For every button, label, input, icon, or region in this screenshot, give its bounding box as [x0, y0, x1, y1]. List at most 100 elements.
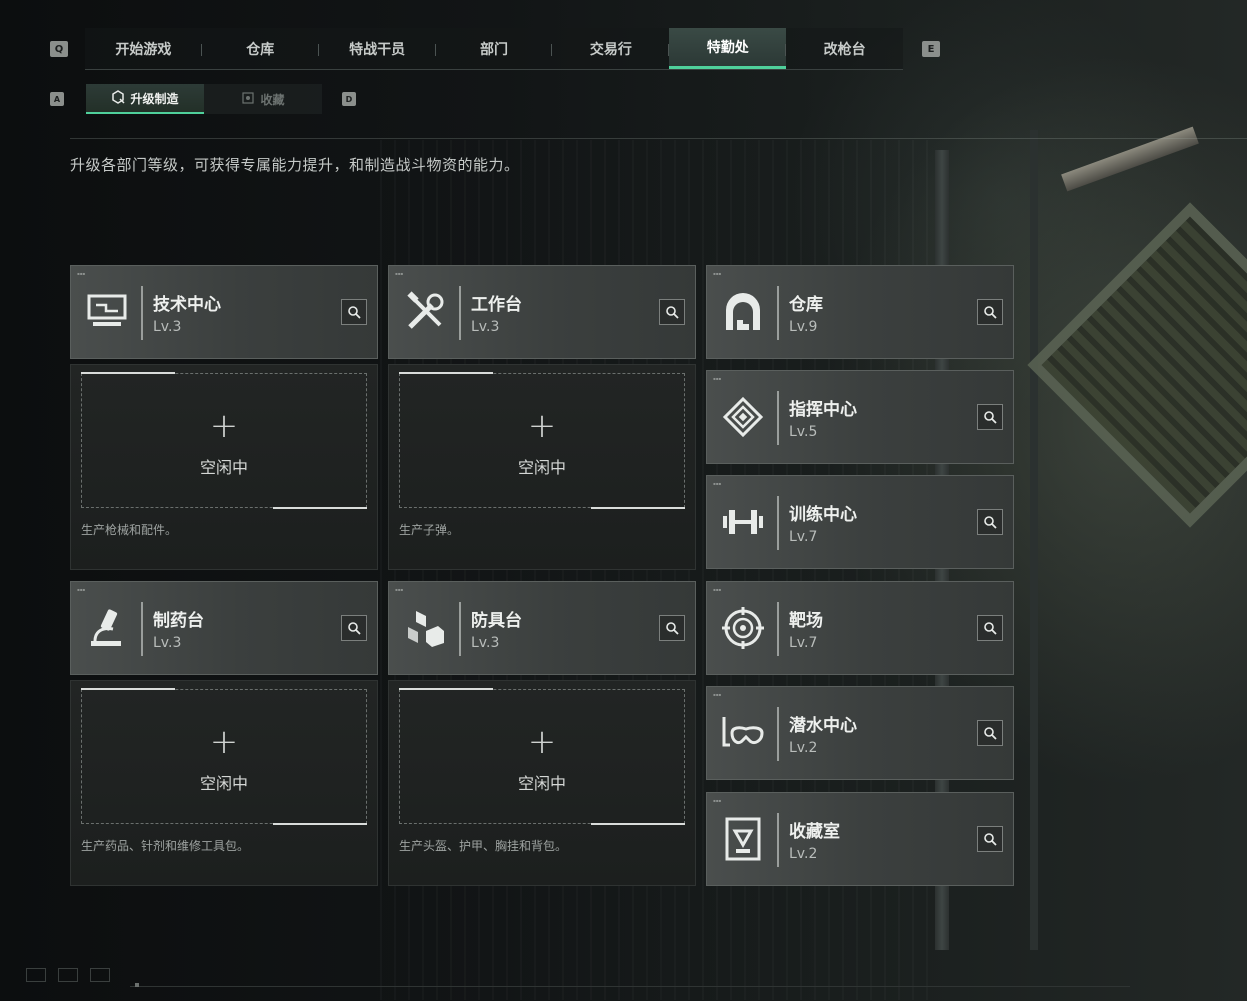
tab-label: 部门	[480, 41, 508, 58]
key-hint-e: E	[922, 41, 940, 57]
slot-corner	[81, 688, 175, 690]
page-description: 升级各部门等级，可获得专属能力提升，和制造战斗物资的能力。	[70, 156, 520, 174]
facility-card-shooting-range[interactable]: ▪▪▪ 靶场 Lv.7	[706, 581, 1014, 675]
card-tag: ▪▪▪	[713, 376, 722, 381]
tab-label: 交易行	[589, 41, 632, 58]
slot-description: 生产头盔、护甲、胸挂和背包。	[399, 839, 568, 853]
tab-warehouse[interactable]: 仓库	[202, 28, 319, 69]
slot-description: 生产子弹。	[399, 523, 460, 537]
facility-card-training-center[interactable]: ▪▪▪ 训练中心 Lv.7	[706, 475, 1014, 569]
tab-gunsmith[interactable]: 改枪台	[786, 28, 903, 69]
warehouse-icon	[719, 288, 767, 336]
facility-card-pharmacy[interactable]: ▪▪▪ 制药台 Lv.3	[70, 581, 378, 675]
facility-card-diving-center[interactable]: ▪▪▪ 潜水中心 Lv.2	[706, 686, 1014, 780]
facility-card-tech-center[interactable]: ▪▪▪ 技术中心 Lv.3	[70, 265, 378, 359]
search-icon[interactable]	[977, 299, 1003, 325]
card-separator	[777, 813, 779, 867]
facility-card-warehouse[interactable]: ▪▪▪ 仓库 Lv.9	[706, 265, 1014, 359]
tab-departments[interactable]: 部门	[436, 28, 553, 69]
collection-icon	[241, 91, 255, 108]
facility-card-armor-bench[interactable]: ▪▪▪ 防具台 Lv.3	[388, 581, 696, 675]
facility-level: Lv.2	[789, 846, 818, 862]
production-slot-tech-center[interactable]: + 空闲中 生产枪械和配件。	[70, 364, 378, 570]
tab-label: 改枪台	[823, 41, 866, 58]
subtab-collection[interactable]: 收藏	[204, 84, 322, 114]
facility-name: 防具台	[471, 611, 522, 631]
facility-card-workbench[interactable]: ▪▪▪ 工作台 Lv.3	[388, 265, 696, 359]
main-tabs: 开始游戏 仓库 特战干员 部门 交易行 特勤处 改枪台	[85, 28, 903, 70]
card-separator	[141, 286, 143, 340]
key-hint-d: D	[342, 92, 356, 106]
facility-level: Lv.9	[789, 319, 818, 335]
target-icon	[719, 604, 767, 652]
facility-card-collection-room[interactable]: ▪▪▪ 收藏室 Lv.2	[706, 792, 1014, 886]
facility-name: 工作台	[471, 295, 522, 315]
facility-level: Lv.3	[471, 635, 500, 651]
tools-icon	[401, 288, 449, 336]
dumbbell-icon	[719, 498, 767, 546]
facility-name: 指挥中心	[789, 400, 857, 420]
facility-name: 制药台	[153, 611, 204, 631]
search-icon[interactable]	[977, 826, 1003, 852]
card-tag: ▪▪▪	[713, 271, 722, 276]
subtab-label: 收藏	[260, 92, 285, 107]
card-separator	[777, 391, 779, 445]
card-tag: ▪▪▪	[77, 271, 86, 276]
subtab-label: 升级制造	[130, 91, 179, 106]
card-tag: ▪▪▪	[395, 271, 404, 276]
subtab-upgrade-craft[interactable]: 升级制造	[86, 84, 204, 114]
search-icon[interactable]	[341, 299, 367, 325]
slot-corner	[81, 372, 175, 374]
facility-name: 靶场	[789, 611, 823, 631]
tab-label: 开始游戏	[115, 41, 172, 58]
top-tab-bar: Q 开始游戏 仓库 特战干员 部门 交易行 特勤处 改枪台 E	[40, 28, 950, 72]
computer-icon	[83, 288, 131, 336]
diving-mask-icon	[719, 709, 767, 757]
tab-operators[interactable]: 特战干员	[319, 28, 436, 69]
card-tag: ▪▪▪	[713, 692, 722, 697]
tab-trading[interactable]: 交易行	[552, 28, 670, 69]
armor-boxes-icon	[401, 604, 449, 652]
key-hint-q: Q	[50, 41, 68, 57]
card-tag: ▪▪▪	[713, 481, 722, 486]
facility-card-command-center[interactable]: ▪▪▪ 指挥中心 Lv.5	[706, 370, 1014, 464]
slot-status: 空闲中	[199, 458, 248, 477]
collection-room-icon	[719, 815, 767, 863]
hud-decoration	[90, 968, 110, 982]
facility-name: 潜水中心	[789, 716, 857, 736]
facility-level: Lv.7	[789, 635, 818, 651]
facility-level: Lv.5	[789, 424, 818, 440]
search-icon[interactable]	[977, 615, 1003, 641]
card-separator	[459, 602, 461, 656]
slot-corner	[399, 372, 493, 374]
facility-name: 技术中心	[153, 295, 221, 315]
card-tag: ▪▪▪	[77, 587, 86, 592]
tab-special-ops[interactable]: 特勤处	[669, 28, 787, 69]
search-icon[interactable]	[977, 720, 1003, 746]
divider	[70, 138, 1247, 139]
slot-corner	[591, 507, 685, 509]
slot-corner	[591, 823, 685, 825]
production-slot-workbench[interactable]: + 空闲中 生产子弹。	[388, 364, 696, 570]
facility-name: 仓库	[789, 295, 823, 315]
production-slot-pharmacy[interactable]: + 空闲中 生产药品、针剂和维修工具包。	[70, 680, 378, 886]
card-separator	[459, 286, 461, 340]
facility-name: 收藏室	[789, 822, 840, 842]
command-chip-icon	[719, 393, 767, 441]
microscope-icon	[83, 604, 131, 652]
card-tag: ▪▪▪	[713, 587, 722, 592]
production-slot-armor-bench[interactable]: + 空闲中 生产头盔、护甲、胸挂和背包。	[388, 680, 696, 886]
card-separator	[777, 496, 779, 550]
add-icon: +	[209, 722, 239, 762]
search-icon[interactable]	[977, 404, 1003, 430]
tab-label: 特战干员	[349, 41, 406, 58]
search-icon[interactable]	[977, 509, 1003, 535]
add-icon: +	[527, 722, 557, 762]
card-separator	[777, 707, 779, 761]
search-icon[interactable]	[341, 615, 367, 641]
tab-start-game[interactable]: 开始游戏	[85, 28, 202, 69]
search-icon[interactable]	[659, 615, 685, 641]
background-pillar	[1030, 130, 1038, 950]
tab-label: 特勤处	[706, 40, 749, 56]
search-icon[interactable]	[659, 299, 685, 325]
